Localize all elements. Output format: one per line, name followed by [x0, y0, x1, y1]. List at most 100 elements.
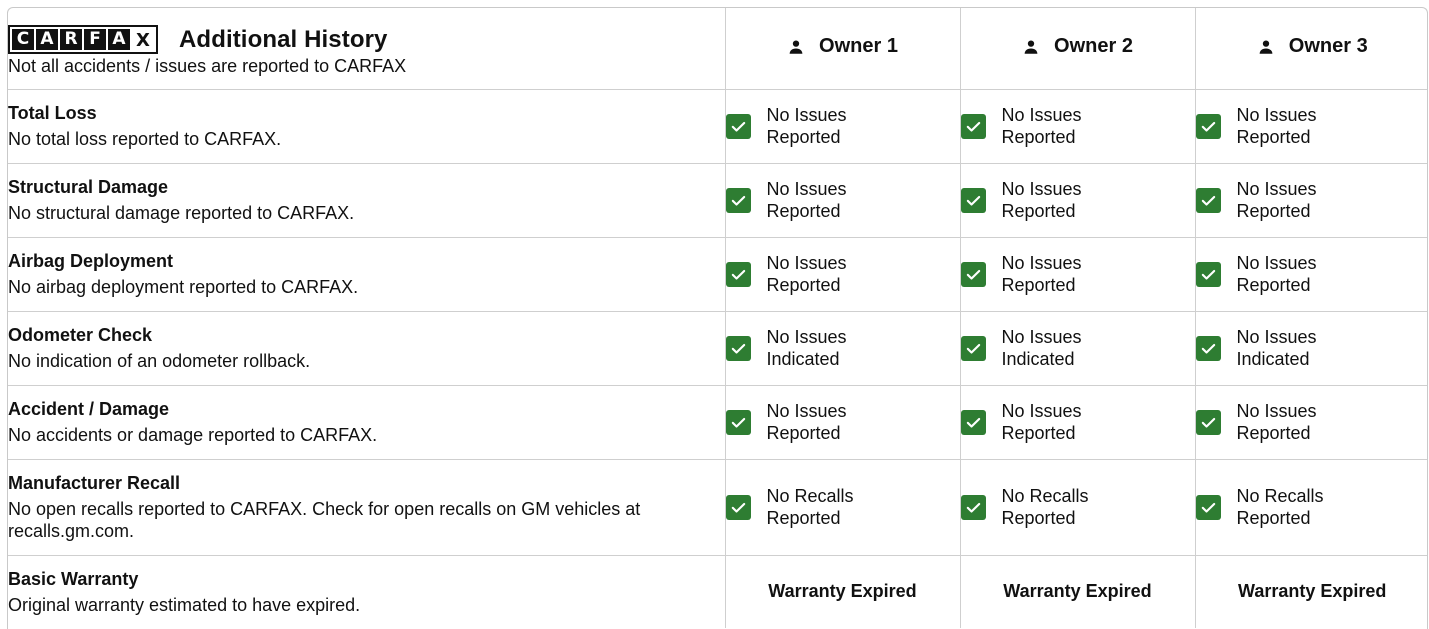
brand-header: C A R F A X Additional History Not all a… — [8, 8, 726, 90]
row-description: No total loss reported to CARFAX. — [8, 129, 282, 149]
status-text: No Recalls Reported — [1001, 486, 1089, 528]
row-title: Manufacturer Recall — [8, 473, 181, 493]
person-icon — [1022, 38, 1054, 56]
check-box-icon — [960, 409, 986, 435]
status-cell: No Issues Indicated — [725, 311, 961, 386]
row-title: Accident / Damage — [8, 399, 170, 419]
check-box-icon — [725, 187, 751, 213]
owner-column-header: Owner 3 — [1195, 8, 1427, 90]
check-box-icon — [960, 335, 986, 361]
header-row: C A R F A X Additional History Not all a… — [8, 8, 1427, 90]
owner-column-header: Owner 2 — [960, 8, 1196, 90]
check-box-icon — [960, 261, 986, 287]
check-box-icon — [1195, 113, 1221, 139]
history-row: Manufacturer Recall No open recalls repor… — [8, 459, 1427, 556]
history-row: Total Loss No total loss reported to CARF… — [8, 89, 1427, 164]
history-row: Accident / Damage No accidents or damage … — [8, 385, 1427, 460]
status-text: No Issues Reported — [766, 401, 847, 443]
section-subtitle: Not all accidents / issues are reported … — [8, 55, 407, 76]
status-cell: No Issues Reported — [1195, 385, 1427, 460]
row-description: Original warranty estimated to have expi… — [8, 594, 361, 615]
row-label-cell: Odometer Check No indication of an odomet… — [8, 311, 726, 386]
status-cell: No Issues Reported — [960, 237, 1196, 312]
additional-history-panel: C A R F A X Additional History Not all a… — [7, 7, 1428, 629]
warranty-status: Warranty Expired — [1238, 581, 1387, 602]
history-row: Basic Warranty Original warranty estimate… — [8, 555, 1427, 628]
status-text: No Issues Reported — [1001, 253, 1082, 295]
row-label-cell: Structural Damage No structural damage re… — [8, 163, 726, 238]
status-cell: No Issues Reported — [960, 163, 1196, 238]
row-title: Total Loss — [8, 103, 97, 123]
owner-label: Owner 2 — [1054, 35, 1133, 57]
row-description: No indication of an odometer rollback. — [8, 351, 311, 371]
owner-label: Owner 3 — [1288, 35, 1368, 57]
check-box-icon — [960, 494, 986, 520]
status-cell: No Issues Reported — [725, 89, 961, 164]
status-text: No Recalls Reported — [766, 486, 854, 528]
row-title: Structural Damage — [8, 177, 169, 197]
status-text: No Issues Reported — [1236, 179, 1317, 221]
status-cell: No Issues Reported — [1195, 163, 1427, 238]
status-text: No Issues Indicated — [1001, 327, 1082, 369]
status-cell: No Issues Reported — [960, 385, 1196, 460]
row-label-cell: Accident / Damage No accidents or damage … — [8, 385, 726, 460]
check-box-icon — [725, 261, 751, 287]
status-cell: No Recalls Reported — [960, 459, 1196, 556]
status-text: No Issues Reported — [1001, 401, 1082, 443]
status-text: No Recalls Reported — [1236, 486, 1324, 528]
status-cell: No Issues Reported — [725, 237, 961, 312]
row-title: Odometer Check — [8, 325, 153, 345]
status-text: No Issues Reported — [1236, 253, 1317, 295]
status-cell: No Issues Reported — [725, 385, 961, 460]
check-box-icon — [1195, 261, 1221, 287]
history-row: Odometer Check No indication of an odomet… — [8, 311, 1427, 386]
status-text: No Issues Reported — [1001, 179, 1082, 221]
row-title: Basic Warranty — [8, 568, 139, 589]
check-box-icon — [960, 187, 986, 213]
warranty-status: Warranty Expired — [725, 555, 961, 628]
status-text: No Issues Indicated — [766, 327, 847, 369]
person-icon — [787, 38, 819, 56]
check-box-icon — [725, 494, 751, 520]
check-box-icon — [960, 113, 986, 139]
status-text: No Issues Reported — [766, 253, 847, 295]
row-description: No structural damage reported to CARFAX. — [8, 203, 355, 223]
row-title: Airbag Deployment — [8, 251, 174, 271]
status-text: No Issues Reported — [766, 179, 847, 221]
history-row: Structural Damage No structural damage re… — [8, 163, 1427, 238]
status-cell: No Issues Reported — [960, 89, 1196, 164]
person-icon — [1257, 38, 1289, 56]
check-box-icon — [1195, 409, 1221, 435]
check-box-icon — [1195, 187, 1221, 213]
owner-column-header: Owner 1 — [725, 8, 961, 90]
row-label-cell: Airbag Deployment No airbag deployment re… — [8, 237, 726, 312]
row-description: No accidents or damage reported to CARFA… — [8, 425, 378, 445]
history-row: Airbag Deployment No airbag deployment re… — [8, 237, 1427, 312]
warranty-status: Warranty Expired — [960, 555, 1196, 628]
status-cell: No Issues Indicated — [960, 311, 1196, 386]
row-label-cell: Manufacturer Recall No open recalls repor… — [8, 459, 726, 556]
status-text: No Issues Indicated — [1236, 327, 1317, 369]
history-table: C A R F A X Additional History Not all a… — [8, 8, 1427, 628]
status-cell: No Issues Reported — [1195, 237, 1427, 312]
check-box-icon — [725, 113, 751, 139]
status-cell: No Issues Reported — [1195, 89, 1427, 164]
row-description: No airbag deployment reported to CARFAX. — [8, 277, 359, 297]
status-text: No Issues Reported — [1001, 105, 1082, 147]
check-box-icon — [1195, 335, 1221, 361]
check-box-icon — [1195, 494, 1221, 520]
check-box-icon — [725, 409, 751, 435]
row-label-cell: Basic Warranty Original warranty estimate… — [8, 555, 726, 628]
section-title: Additional History — [179, 25, 388, 53]
status-cell: No Issues Reported — [725, 163, 961, 238]
owner-label: Owner 1 — [819, 35, 898, 57]
status-text: No Issues Reported — [1236, 105, 1317, 147]
status-cell: No Recalls Reported — [1195, 459, 1427, 556]
row-description: No open recalls reported to CARFAX. Chec… — [8, 499, 641, 541]
status-cell: No Issues Indicated — [1195, 311, 1427, 386]
carfax-logo: C A R F A X — [8, 25, 158, 55]
status-cell: No Recalls Reported — [725, 459, 961, 556]
row-label-cell: Total Loss No total loss reported to CARF… — [8, 89, 726, 164]
status-text: No Issues Reported — [1236, 401, 1317, 443]
status-text: No Issues Reported — [766, 105, 847, 147]
